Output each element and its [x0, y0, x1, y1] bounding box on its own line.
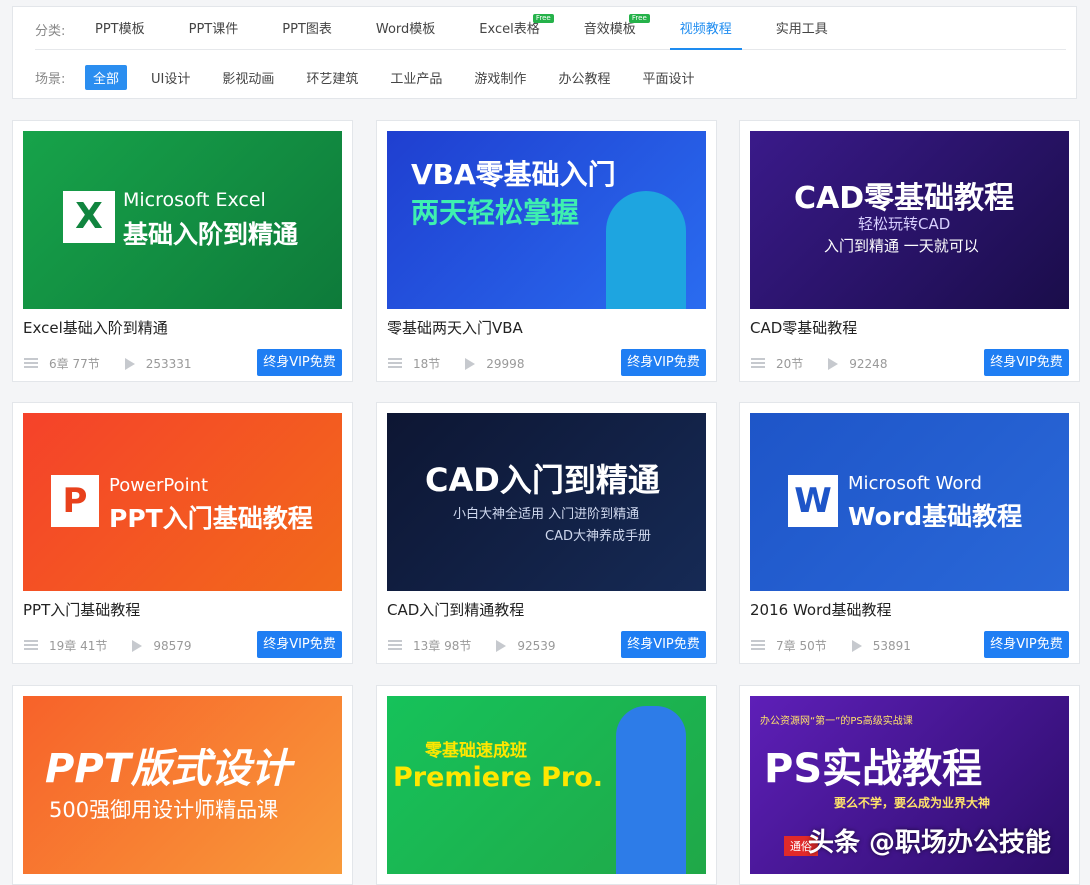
thumb-line1: Microsoft Excel [123, 189, 266, 211]
play-count-icon [847, 639, 863, 653]
course-meta: 20节 92248 [750, 355, 907, 372]
scene-industrial[interactable]: 工业产品 [382, 65, 450, 90]
course-meta: 13章 98节 92539 [387, 637, 576, 654]
course-thumbnail[interactable]: P PowerPoint PPT入门基础教程 [23, 413, 342, 591]
chapters-icon [23, 357, 39, 371]
free-badge: Free [532, 13, 554, 23]
course-meta: 6章 77节 253331 [23, 355, 212, 372]
thumb-line1: CAD入门到精通 [425, 461, 660, 499]
course-thumbnail[interactable]: W Microsoft Word Word基础教程 [750, 413, 1069, 591]
course-thumbnail[interactable]: VBA零基础入门 两天轻松掌握 [387, 131, 706, 309]
course-thumbnail[interactable]: CAD入门到精通 小白大神全适用 入门进阶到精通 CAD大神养成手册 [387, 413, 706, 591]
thumb-line3: CAD大神养成手册 [545, 529, 651, 544]
thumb-line1: VBA零基础入门 [411, 158, 616, 191]
course-title[interactable]: CAD零基础教程 [750, 317, 857, 338]
thumb-line2: Word基础教程 [848, 502, 1023, 531]
thumb-line3: 要么不学，要么成为业界大神 [834, 796, 991, 810]
course-title[interactable]: CAD入门到精通教程 [387, 599, 524, 620]
chapters-icon [387, 639, 403, 653]
vip-free-button[interactable]: 终身VIP免费 [257, 631, 342, 658]
thumb-line1: CAD零基础教程 [794, 181, 1015, 216]
thumb-line2: 两天轻松掌握 [411, 196, 580, 229]
course-card[interactable]: CAD零基础教程 轻松玩转CAD 入门到精通 一天就可以 CAD零基础教程 20… [739, 120, 1080, 382]
course-card[interactable]: VBA零基础入门 两天轻松掌握 零基础两天入门VBA 18节 29998 终身V… [376, 120, 717, 382]
play-count-icon [460, 357, 476, 371]
category-ppt-courseware[interactable]: PPT课件 [179, 10, 249, 50]
chapters-icon [387, 357, 403, 371]
person-illustration [616, 706, 686, 874]
scene-animation[interactable]: 影视动画 [214, 65, 282, 90]
vip-free-button[interactable]: 终身VIP免费 [984, 631, 1069, 658]
vip-free-button[interactable]: 终身VIP免费 [984, 349, 1069, 376]
course-card[interactable]: P PowerPoint PPT入门基础教程 PPT入门基础教程 19章 41节… [12, 402, 353, 664]
powerpoint-logo-icon: P [51, 475, 99, 527]
course-meta: 7章 50节 53891 [750, 637, 931, 654]
thumb-line1: 零基础速成班 [425, 741, 527, 761]
course-card[interactable]: W Microsoft Word Word基础教程 2016 Word基础教程 … [739, 402, 1080, 664]
thumb-line3: 入门到精通 一天就可以 [824, 237, 979, 255]
course-thumbnail[interactable]: PPT版式设计 500强御用设计师精品课 [23, 696, 342, 874]
course-title[interactable]: Excel基础入阶到精通 [23, 317, 168, 338]
play-count-icon [127, 639, 143, 653]
scene-row: 场景: 全部 UI设计 影视动画 环艺建筑 工业产品 游戏制作 办公教程 平面设… [35, 59, 718, 95]
scene-label: 场景: [35, 71, 66, 87]
course-thumbnail[interactable]: CAD零基础教程 轻松玩转CAD 入门到精通 一天就可以 [750, 131, 1069, 309]
thumb-line2: PS实战教程 [764, 746, 983, 792]
thumb-line1: PowerPoint [109, 475, 209, 496]
thumb-line2: 500强御用设计师精品课 [49, 798, 279, 822]
thumb-line2: PPT入门基础教程 [109, 504, 313, 533]
vip-free-button[interactable]: 终身VIP免费 [621, 349, 706, 376]
thumb-line1: 办公资源网“第一”的PS高级实战课 [760, 716, 913, 727]
free-badge: Free [628, 13, 650, 23]
chapters-icon [23, 639, 39, 653]
chapters-icon [750, 639, 766, 653]
filter-panel: 分类: PPT模板 PPT课件 PPT图表 Word模板 Excel表格 Free… [12, 6, 1077, 99]
person-illustration [606, 191, 686, 309]
course-meta: 19章 41节 98579 [23, 637, 212, 654]
play-count-icon [120, 357, 136, 371]
course-title[interactable]: 零基础两天入门VBA [387, 317, 523, 338]
course-card[interactable]: X Microsoft Excel 基础入阶到精通 Excel基础入阶到精通 6… [12, 120, 353, 382]
watermark: 头条 @职场办公技能 [808, 828, 1052, 858]
scene-graphic[interactable]: 平面设计 [634, 65, 702, 90]
thumb-line2: 轻松玩转CAD [858, 215, 951, 233]
course-thumbnail[interactable]: X Microsoft Excel 基础入阶到精通 [23, 131, 342, 309]
thumb-line1: PPT版式设计 [45, 746, 291, 792]
play-count-icon [823, 357, 839, 371]
category-word-template[interactable]: Word模板 [366, 10, 445, 50]
course-title[interactable]: PPT入门基础教程 [23, 599, 140, 620]
play-count-icon [491, 639, 507, 653]
chapters-icon [750, 357, 766, 371]
thumb-line2: Premiere Pro. [393, 762, 604, 793]
thumb-line2: 小白大神全适用 入门进阶到精通 [453, 507, 640, 522]
word-logo-icon: W [788, 475, 838, 527]
course-title[interactable]: 2016 Word基础教程 [750, 599, 892, 620]
course-card[interactable]: 零基础速成班 Premiere Pro. [376, 685, 717, 885]
category-audio[interactable]: 音效模板 Free [574, 10, 650, 50]
scene-ui[interactable]: UI设计 [143, 65, 198, 90]
course-card[interactable]: CAD入门到精通 小白大神全适用 入门进阶到精通 CAD大神养成手册 CAD入门… [376, 402, 717, 664]
scene-office[interactable]: 办公教程 [550, 65, 618, 90]
scene-game[interactable]: 游戏制作 [466, 65, 534, 90]
excel-logo-icon: X [63, 191, 115, 243]
vip-free-button[interactable]: 终身VIP免费 [257, 349, 342, 376]
thumb-line2: 基础入阶到精通 [123, 220, 299, 249]
category-row: 分类: PPT模板 PPT课件 PPT图表 Word模板 Excel表格 Free… [35, 10, 1066, 50]
thumb-line1: Microsoft Word [848, 473, 982, 494]
vip-free-button[interactable]: 终身VIP免费 [621, 631, 706, 658]
category-excel[interactable]: Excel表格 Free [469, 10, 554, 50]
scene-all[interactable]: 全部 [85, 64, 128, 90]
category-label: 分类: [35, 24, 66, 39]
category-ppt-template[interactable]: PPT模板 [85, 10, 155, 50]
category-tools[interactable]: 实用工具 [766, 10, 838, 50]
category-ppt-chart[interactable]: PPT图表 [272, 10, 342, 50]
course-card[interactable]: PPT版式设计 500强御用设计师精品课 [12, 685, 353, 885]
scene-architecture[interactable]: 环艺建筑 [298, 65, 366, 90]
category-video-tutorial[interactable]: 视频教程 [669, 10, 742, 50]
course-meta: 18节 29998 [387, 355, 544, 372]
course-thumbnail[interactable]: 零基础速成班 Premiere Pro. [387, 696, 706, 874]
